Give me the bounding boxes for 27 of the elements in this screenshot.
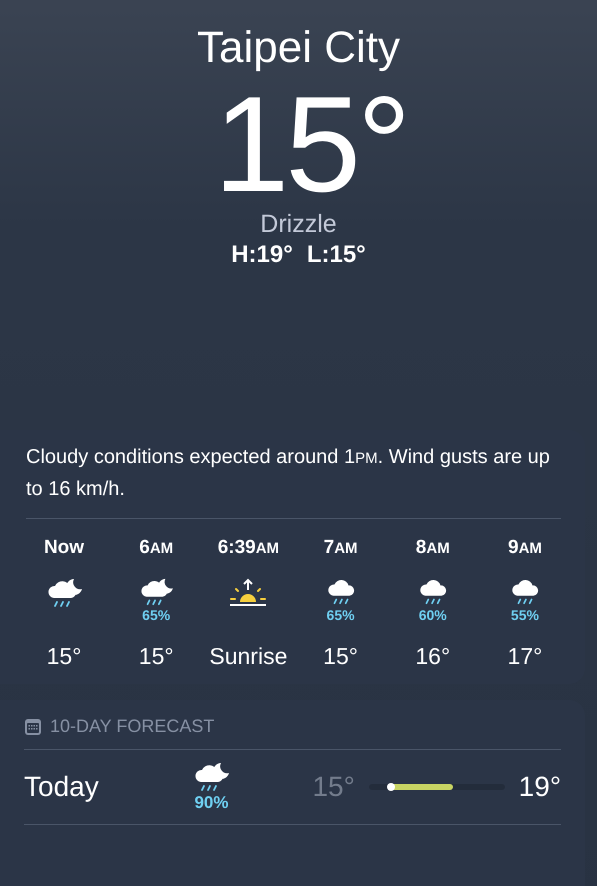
hour-label: 9AM xyxy=(508,537,542,560)
hour-label: 8AM xyxy=(416,537,450,560)
section-title: 10-DAY FORECAST xyxy=(50,716,214,737)
hour-temperature: 15° xyxy=(323,643,358,670)
low-temperature: L:15° xyxy=(306,241,366,269)
hour-label: 6AM xyxy=(139,537,174,560)
hour-temperature: 15° xyxy=(46,643,82,670)
hour-temperature: 17° xyxy=(508,643,542,670)
calendar-icon xyxy=(24,718,42,736)
sunrise-icon xyxy=(228,577,268,609)
precipitation-chance: 60% xyxy=(418,607,447,623)
day-label: Today xyxy=(24,771,100,803)
hour-temperature: Sunrise xyxy=(209,643,288,670)
hour-temperature: 16° xyxy=(415,643,450,670)
hour-label: Now xyxy=(44,537,84,560)
city-name: Taipei City xyxy=(197,22,400,74)
high-temperature: H:19° xyxy=(231,241,293,269)
high-temperature: 19° xyxy=(518,771,562,803)
precipitation-chance: 65% xyxy=(326,607,355,623)
hour-label: 7AM xyxy=(324,537,358,560)
precipitation-chance: 90% xyxy=(194,793,228,813)
forecast-summary: Cloudy conditions expected around 1PM. Wind gusts are up to 16 km/h. xyxy=(26,442,561,519)
precipitation-chance: 65% xyxy=(142,607,170,623)
hour-label: 6:39AM xyxy=(218,537,280,560)
low-temperature: 15° xyxy=(311,771,355,803)
precipitation-chance: 55% xyxy=(510,607,539,623)
hour-temperature: 15° xyxy=(138,643,174,670)
